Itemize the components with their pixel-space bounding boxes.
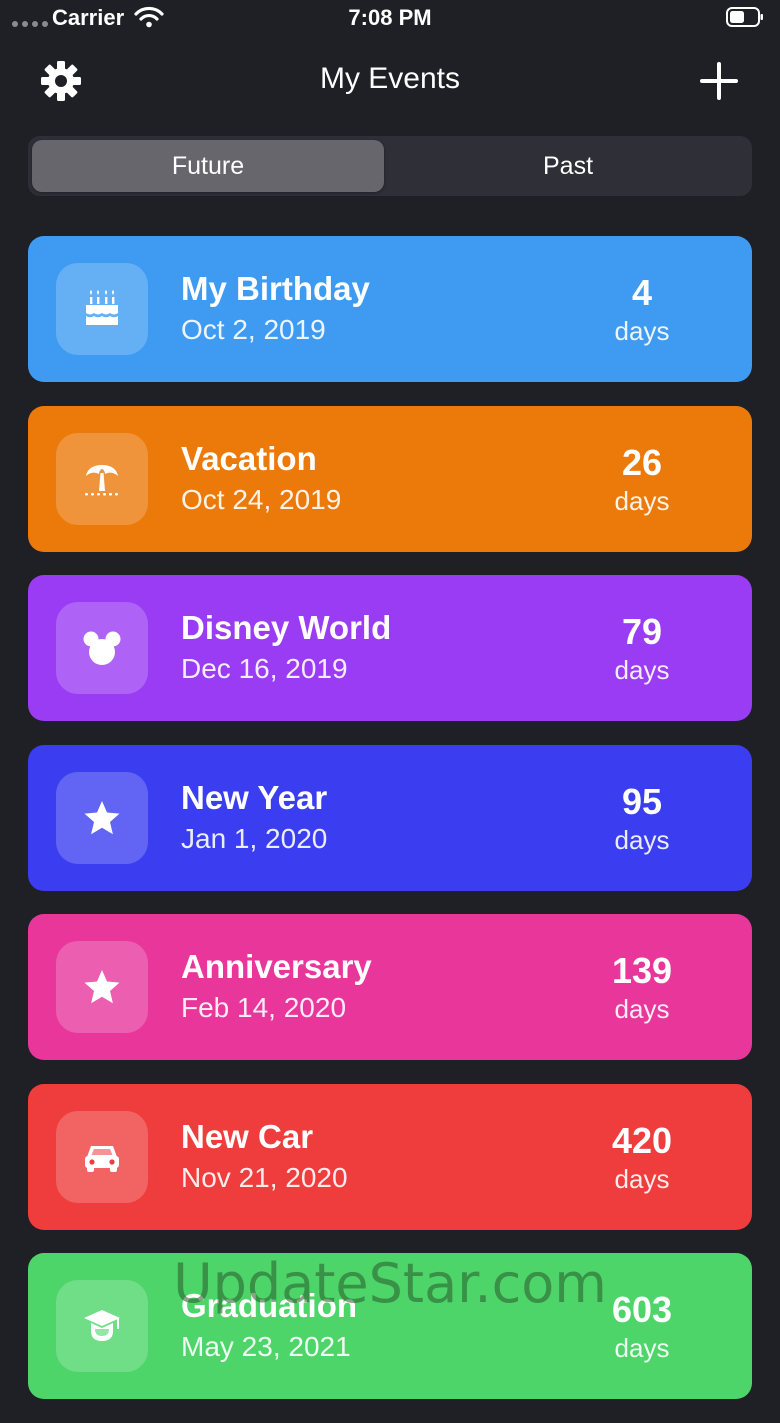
- event-icon-tile: [56, 602, 148, 694]
- palm-tree-icon: [85, 464, 118, 495]
- days-unit: days: [614, 655, 670, 685]
- event-list: My Birthday Oct 2, 2019 4 days Vacation …: [28, 236, 752, 1423]
- tab-future[interactable]: Future: [32, 140, 384, 192]
- event-date: Oct 2, 2019: [181, 314, 326, 345]
- days-count: 95: [621, 780, 663, 822]
- event-icon-tile: [56, 263, 148, 355]
- event-card-my-birthday[interactable]: My Birthday Oct 2, 2019 4 days: [28, 236, 752, 382]
- event-name: Disney World: [181, 609, 392, 646]
- event-card-new-year[interactable]: New Year Jan 1, 2020 95 days: [28, 744, 752, 891]
- days-count: 603: [611, 1289, 673, 1330]
- star-icon: [84, 970, 120, 1004]
- days-count: 420: [611, 1119, 673, 1161]
- event-card-disney-world[interactable]: Disney World Dec 16, 2019 79 days: [28, 575, 752, 721]
- event-name: Anniversary: [181, 948, 372, 985]
- future-past-segmented-control: Future Past: [28, 136, 752, 196]
- event-card-graduation[interactable]: Graduation May 23, 2021 603 days: [28, 1253, 752, 1399]
- tab-past[interactable]: Past: [388, 140, 748, 192]
- event-icon-tile: [56, 941, 148, 1033]
- event-icon-tile: [56, 771, 148, 864]
- event-date: Jan 1, 2020: [181, 822, 328, 854]
- car-icon: [85, 1145, 119, 1172]
- days-count: 139: [611, 950, 673, 991]
- battery-icon: [726, 7, 763, 27]
- star-icon: [84, 800, 120, 834]
- event-name: My Birthday: [181, 270, 370, 307]
- days-unit: days: [614, 824, 670, 855]
- days-unit: days: [614, 485, 670, 516]
- event-name: New Year: [181, 778, 328, 816]
- event-date: Feb 14, 2020: [181, 992, 347, 1023]
- status-bar: Carrier 7:08 PM: [0, 0, 780, 40]
- event-card-new-car[interactable]: New Car Nov 21, 2020 420 days: [28, 1083, 752, 1230]
- navigation-bar: My Events: [0, 48, 780, 114]
- days-count: 4: [631, 272, 653, 313]
- event-icon-tile: [56, 1110, 148, 1203]
- event-date: Nov 21, 2020: [181, 1161, 348, 1193]
- plus-icon: [700, 62, 738, 100]
- status-time: 7:08 PM: [348, 5, 432, 30]
- event-name: New Car: [181, 1117, 314, 1155]
- event-icon-tile: [56, 432, 148, 525]
- mouse-ears-icon: [83, 631, 121, 665]
- days-unit: days: [614, 316, 670, 346]
- event-date: Dec 16, 2019: [181, 653, 348, 684]
- days-count: 79: [621, 611, 663, 652]
- days-unit: days: [614, 1163, 670, 1194]
- days-unit: days: [614, 994, 670, 1024]
- graduation-cap-icon: [84, 1310, 120, 1341]
- birthday-cake-icon: [86, 290, 118, 325]
- days-unit: days: [614, 1333, 670, 1363]
- add-event-button[interactable]: [694, 56, 744, 106]
- event-date: Oct 24, 2019: [181, 483, 342, 515]
- page-title: My Events: [319, 62, 461, 95]
- days-count: 26: [621, 441, 663, 483]
- event-icon-tile: [56, 1280, 148, 1372]
- event-card-vacation[interactable]: Vacation Oct 24, 2019 26 days: [28, 405, 752, 552]
- event-card-anniversary[interactable]: Anniversary Feb 14, 2020 139 days: [28, 914, 752, 1060]
- event-name: Graduation: [181, 1287, 358, 1324]
- event-date: May 23, 2021: [181, 1331, 351, 1362]
- event-name: Vacation: [181, 439, 317, 477]
